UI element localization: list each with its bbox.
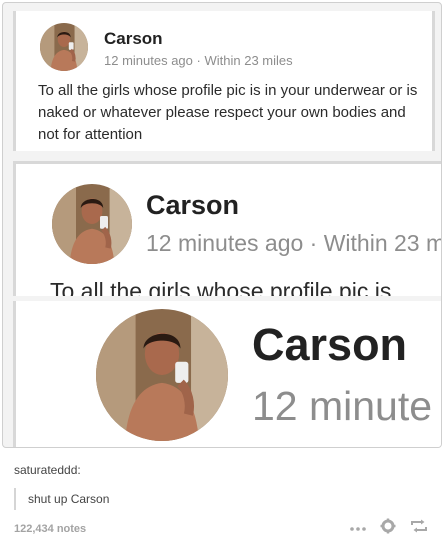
- meta-separator: ·: [196, 53, 201, 68]
- avatar: [40, 23, 88, 71]
- post-time: 12 minutes ago: [104, 53, 193, 68]
- more-dots-icon[interactable]: [350, 520, 366, 536]
- post-meta: 12 minute: [252, 383, 433, 429]
- profile-name: Carson: [146, 190, 240, 220]
- post-card-zoomed-more: Carson 12 minute: [13, 301, 441, 447]
- profile-name: Carson: [252, 319, 408, 370]
- reblog-comment: shut up Carson: [14, 488, 109, 510]
- post-meta: 12 minutes ago · Within 23 miles: [104, 53, 293, 68]
- post-actions: [350, 518, 428, 538]
- post-card-zoomed: Carson 12 minutes ago · Within 23 m To a…: [13, 161, 442, 296]
- avatar: [96, 309, 228, 441]
- avatar: [52, 184, 132, 264]
- gear-icon[interactable]: [380, 518, 396, 538]
- post-card-small: Carson 12 minutes ago · Within 23 miles …: [13, 11, 435, 151]
- profile-name: Carson: [104, 29, 163, 48]
- reblogger-username[interactable]: saturateddd:: [14, 463, 81, 477]
- post-distance: Within 23 miles: [204, 53, 293, 68]
- post-body: To all the girls whose profile pic is: [50, 278, 392, 296]
- reblog-icon[interactable]: [410, 519, 428, 537]
- notes-count[interactable]: 122,434 notes: [14, 523, 86, 535]
- screenshot-image: Carson 12 minutes ago · Within 23 miles …: [2, 2, 442, 448]
- post-body: To all the girls whose profile pic is in…: [38, 82, 418, 143]
- post-meta: 12 minutes ago · Within 23 m: [146, 230, 442, 256]
